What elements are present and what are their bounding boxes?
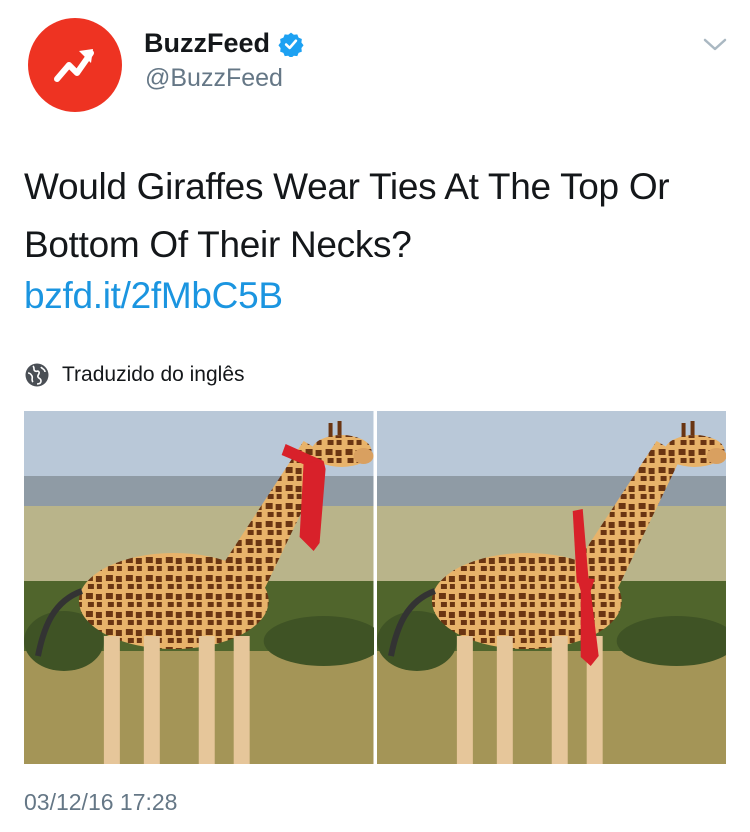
- giraffe-with-tie-at-top-image[interactable]: [24, 411, 374, 764]
- verified-badge-icon: [278, 32, 304, 57]
- giraffe-with-tie-at-bottom-image[interactable]: [376, 411, 726, 764]
- avatar[interactable]: [28, 18, 122, 112]
- author-name-row: BuzzFeed: [144, 28, 304, 59]
- translation-notice[interactable]: Traduzido do inglês: [24, 362, 245, 388]
- tweet-link[interactable]: bzfd.it/2fMbC5B: [24, 275, 283, 317]
- tweet-media: [24, 411, 726, 764]
- chevron-down-icon[interactable]: [702, 36, 728, 54]
- globe-icon: [25, 363, 49, 387]
- display-name[interactable]: BuzzFeed: [144, 28, 270, 59]
- tweet-text: Would Giraffes Wear Ties At The Top Or B…: [24, 166, 670, 265]
- translation-label: Traduzido do inglês: [62, 363, 245, 386]
- tweet-timestamp[interactable]: 03/12/16 17:28: [24, 789, 177, 816]
- buzzfeed-trending-arrow-icon: [54, 49, 94, 82]
- author-handle[interactable]: @BuzzFeed: [145, 64, 283, 93]
